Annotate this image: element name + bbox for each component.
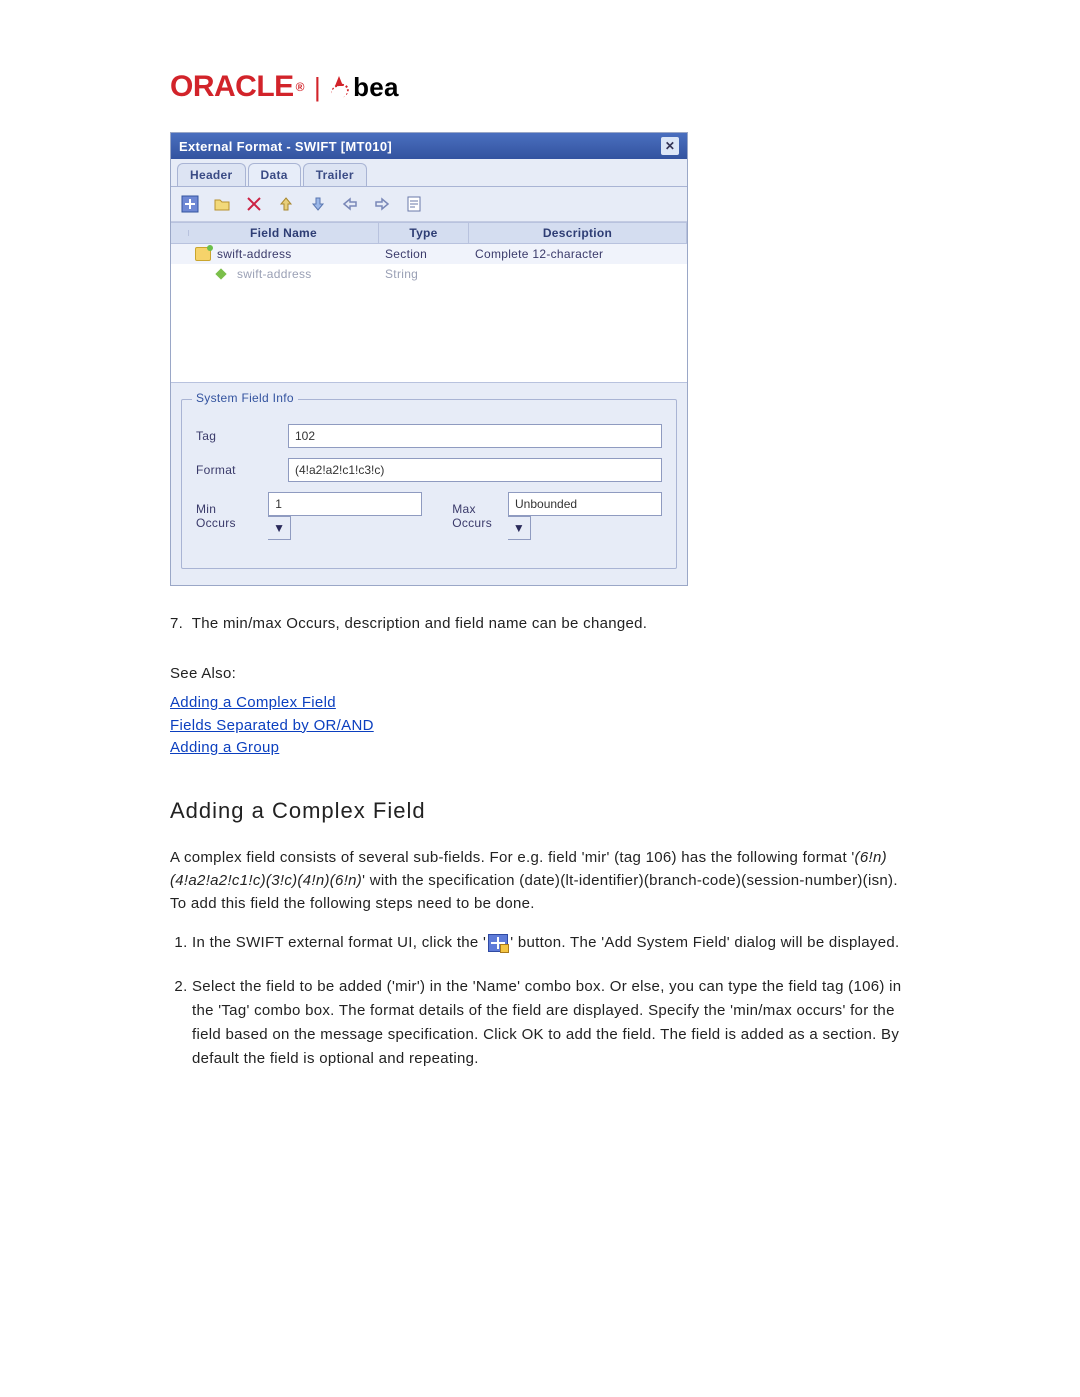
- table-row[interactable]: swift-address Section Complete 12-charac…: [171, 244, 687, 264]
- link-adding-complex-field[interactable]: Adding a Complex Field: [170, 692, 910, 715]
- max-occurs-input[interactable]: [508, 492, 662, 516]
- system-field-info: System Field Info Tag Format Min Occurs …: [181, 399, 677, 569]
- link-fields-or-and[interactable]: Fields Separated by OR/AND: [170, 715, 910, 738]
- tab-data[interactable]: Data: [248, 163, 301, 186]
- bea-mark-icon: [331, 76, 351, 98]
- min-occurs-input[interactable]: [268, 492, 422, 516]
- panel-title: External Format - SWIFT [MT010]: [179, 139, 392, 154]
- section-icon: [195, 247, 211, 261]
- panel-tabs: Header Data Trailer: [171, 159, 687, 187]
- fieldset-legend: System Field Info: [192, 391, 298, 405]
- heading-adding-complex-field: Adding a Complex Field: [170, 798, 910, 824]
- arrow-left-icon[interactable]: [339, 193, 361, 215]
- add-field-icon[interactable]: [179, 193, 201, 215]
- col-field-name: Field Name: [189, 223, 379, 243]
- grid-header: Field Name Type Description: [171, 222, 687, 244]
- tag-label: Tag: [196, 429, 288, 443]
- logo-separator: |: [314, 72, 321, 103]
- step-1: In the SWIFT external format UI, click t…: [192, 931, 910, 955]
- col-type: Type: [379, 223, 469, 243]
- delete-icon[interactable]: [243, 193, 265, 215]
- grid-body: swift-address Section Complete 12-charac…: [171, 244, 687, 383]
- see-also-label: See Also:: [170, 665, 910, 682]
- tab-trailer[interactable]: Trailer: [303, 163, 367, 186]
- chevron-down-icon[interactable]: ▼: [508, 516, 531, 540]
- format-label: Format: [196, 463, 288, 477]
- step-2: Select the field to be added ('mir') in …: [192, 975, 910, 1071]
- field-icon: [215, 268, 226, 279]
- min-occurs-label: Min Occurs: [196, 502, 252, 530]
- external-format-panel: External Format - SWIFT [MT010] ✕ Header…: [170, 132, 688, 586]
- max-occurs-label: Max Occurs: [452, 502, 492, 530]
- step-7: 7. The min/max Occurs, description and f…: [170, 612, 910, 635]
- arrow-down-icon[interactable]: [307, 193, 329, 215]
- add-system-field-icon: [488, 934, 508, 952]
- steps-list: In the SWIFT external format UI, click t…: [170, 931, 910, 1071]
- panel-titlebar: External Format - SWIFT [MT010] ✕: [171, 133, 687, 159]
- logo-row: ORACLE® | bea: [170, 70, 910, 104]
- para-intro: A complex field consists of several sub-…: [170, 846, 910, 916]
- see-also-links: Adding a Complex Field Fields Separated …: [170, 692, 910, 760]
- panel-toolbar: [171, 187, 687, 222]
- chevron-down-icon[interactable]: ▼: [268, 516, 291, 540]
- properties-icon[interactable]: [403, 193, 425, 215]
- arrow-right-icon[interactable]: [371, 193, 393, 215]
- tab-header[interactable]: Header: [177, 163, 246, 186]
- col-description: Description: [469, 223, 687, 243]
- format-input[interactable]: [288, 458, 662, 482]
- folder-icon[interactable]: [211, 193, 233, 215]
- arrow-up-icon[interactable]: [275, 193, 297, 215]
- oracle-logo: ORACLE®: [170, 70, 304, 104]
- table-row[interactable]: swift-address String: [171, 264, 687, 284]
- tag-input[interactable]: [288, 424, 662, 448]
- bea-logo: bea: [331, 72, 399, 103]
- collapse-icon[interactable]: ✕: [661, 137, 679, 155]
- link-adding-group[interactable]: Adding a Group: [170, 737, 910, 760]
